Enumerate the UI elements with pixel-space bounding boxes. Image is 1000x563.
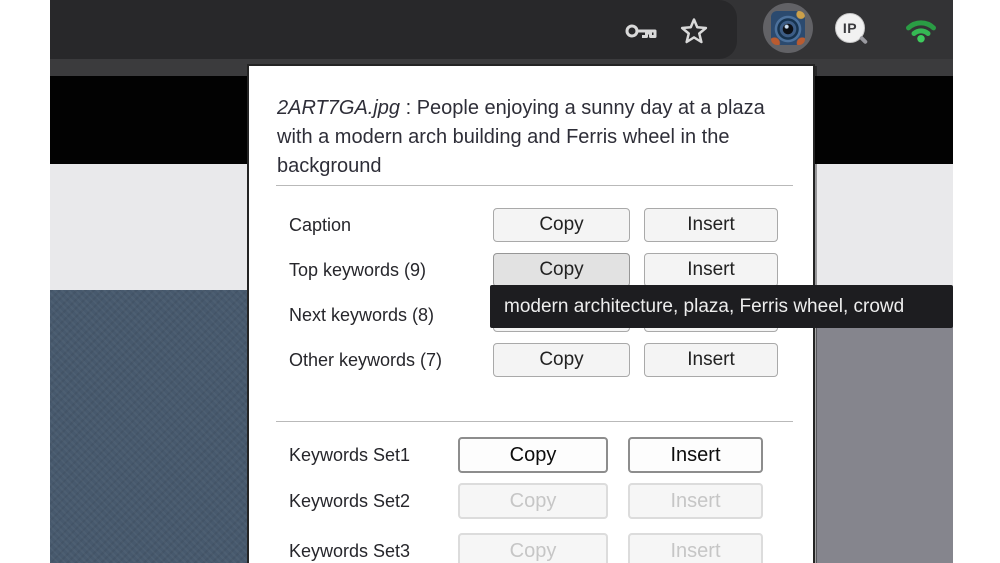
caption-row: Caption Copy Insert bbox=[249, 208, 813, 242]
keywords-preview-tooltip: modern architecture, plaza, Ferris wheel… bbox=[490, 285, 953, 328]
ip-badge-label: IP bbox=[842, 20, 858, 36]
row-label: Caption bbox=[289, 215, 352, 235]
caption-insert-button[interactable]: Insert bbox=[644, 208, 778, 242]
magnifier-handle-icon bbox=[858, 35, 869, 45]
star-icon bbox=[680, 18, 708, 44]
divider bbox=[276, 421, 793, 422]
divider bbox=[276, 185, 793, 186]
browser-toolbar: IP bbox=[50, 0, 953, 59]
other-keywords-copy-button[interactable]: Copy bbox=[493, 343, 630, 377]
row-label: Keywords Set1 bbox=[289, 445, 411, 465]
set1-insert-button[interactable]: Insert bbox=[628, 437, 763, 473]
page-background-gray-panel bbox=[816, 290, 953, 563]
keywords-set3-row: Keywords Set3 Copy Insert bbox=[249, 533, 813, 563]
row-label: Keywords Set2 bbox=[289, 491, 411, 511]
top-keywords-copy-button[interactable]: Copy bbox=[493, 253, 630, 287]
wifi-icon bbox=[906, 20, 936, 43]
row-label: Next keywords (8) bbox=[289, 305, 435, 325]
set1-copy-button[interactable]: Copy bbox=[458, 437, 608, 473]
caption-copy-button[interactable]: Copy bbox=[493, 208, 630, 242]
top-keywords-insert-button[interactable]: Insert bbox=[644, 253, 778, 287]
page-background-blue-texture bbox=[50, 290, 247, 563]
captioning-extension-icon[interactable] bbox=[771, 11, 805, 45]
row-label: Keywords Set3 bbox=[289, 541, 411, 561]
filename-caption-separator: : bbox=[400, 97, 417, 119]
bookmark-star-icon[interactable] bbox=[678, 15, 710, 47]
set3-insert-button-disabled: Insert bbox=[628, 533, 763, 563]
keywords-set1-row: Keywords Set1 Copy Insert bbox=[249, 437, 813, 473]
key-icon bbox=[625, 24, 657, 38]
screenshot-canvas: IP 2ART7GA.jpg : People enjoying a sunny… bbox=[0, 0, 1000, 563]
top-keywords-row: Top keywords (9) Copy Insert bbox=[249, 253, 813, 287]
other-keywords-insert-button[interactable]: Insert bbox=[644, 343, 778, 377]
keywords-set2-row: Keywords Set2 Copy Insert bbox=[249, 483, 813, 519]
image-filename: 2ART7GA.jpg bbox=[277, 97, 401, 119]
other-keywords-row: Other keywords (7) Copy Insert bbox=[249, 343, 813, 377]
set2-copy-button-disabled: Copy bbox=[458, 483, 608, 519]
row-label: Top keywords (9) bbox=[289, 260, 427, 280]
set3-copy-button-disabled: Copy bbox=[458, 533, 608, 563]
proxy-wifi-extension-icon[interactable] bbox=[905, 17, 937, 45]
set2-insert-button-disabled: Insert bbox=[628, 483, 763, 519]
image-caption-header: 2ART7GA.jpg : People enjoying a sunny da… bbox=[277, 94, 799, 181]
row-label: Other keywords (7) bbox=[289, 350, 443, 370]
password-key-icon[interactable] bbox=[623, 20, 659, 42]
